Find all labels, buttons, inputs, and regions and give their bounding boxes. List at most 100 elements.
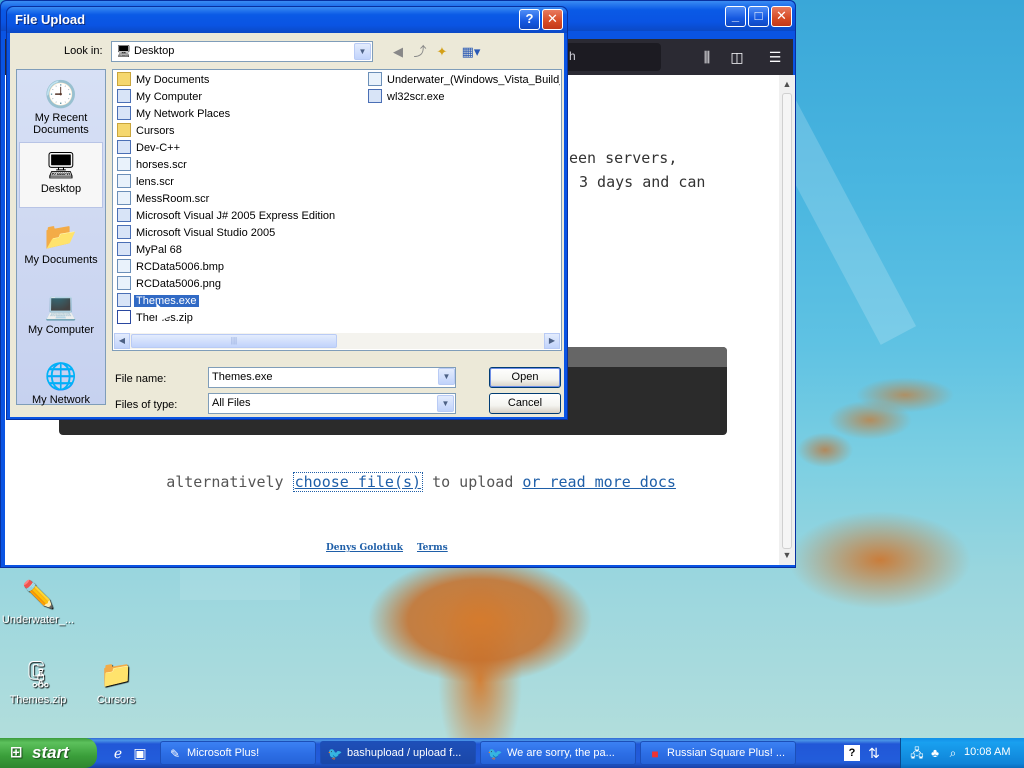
language-icon[interactable]: ⇅ <box>866 745 882 761</box>
start-label: start <box>32 743 69 762</box>
files-of-type-value: All Files <box>212 397 251 409</box>
place-my-network[interactable]: 🌐 My Network <box>19 354 103 420</box>
minimize-button[interactable]: _ <box>725 6 746 27</box>
close-button[interactable]: ✕ <box>771 6 792 27</box>
show-desktop-icon[interactable]: ▣ <box>132 745 148 761</box>
task-label: Microsoft Plus! <box>187 747 260 759</box>
file-name-dropdown[interactable]: ▼ <box>436 367 456 388</box>
chevron-down-icon[interactable]: ▼ <box>437 395 454 412</box>
sidebar-icon[interactable]: ◫ <box>727 47 747 67</box>
scroll-up-icon[interactable]: ▲ <box>781 78 793 90</box>
place-label: My Computer <box>27 324 95 336</box>
open-button[interactable]: Open <box>489 367 561 388</box>
desktop-icon-underwater[interactable]: ✏️ Underwater_... <box>0 578 76 626</box>
alt-prefix-text: alternatively <box>166 473 293 491</box>
list-item[interactable]: My Documents <box>117 72 211 88</box>
scroll-right-icon[interactable]: ▶ <box>544 333 560 349</box>
back-icon[interactable]: ◀ <box>388 42 408 62</box>
chevron-down-icon[interactable]: ▼ <box>438 368 455 385</box>
list-item[interactable]: Microsoft Visual J# 2005 Express Edition <box>117 208 337 224</box>
place-my-computer[interactable]: 💻 My Computer <box>19 284 103 350</box>
choose-files-link[interactable]: choose file(s) <box>292 472 424 492</box>
desktop-icon-label: Underwater_... <box>1 614 75 626</box>
shortcut-icon <box>117 225 131 239</box>
list-item[interactable]: MessRoom.scr <box>117 191 211 207</box>
place-desktop[interactable]: 🖥 Desktop <box>19 142 103 208</box>
alternative-upload-line: alternatively choose file(s) to upload o… <box>112 455 676 509</box>
footer-links: Denys Golotiuk Terms <box>326 543 462 553</box>
place-label: My Recent Documents <box>33 112 89 136</box>
author-link[interactable]: Denys Golotiuk <box>326 543 403 553</box>
place-my-documents[interactable]: 📂 My Documents <box>19 214 103 280</box>
place-recent-documents[interactable]: 🕘 My Recent Documents <box>19 72 103 138</box>
place-label: My Documents <box>24 254 98 266</box>
list-item[interactable]: Dev-C++ <box>117 140 182 156</box>
help-icon[interactable]: ? <box>844 745 860 761</box>
list-item[interactable]: lens.scr <box>117 174 176 190</box>
list-item[interactable]: Cursors <box>117 123 177 139</box>
scroll-down-icon[interactable]: ▼ <box>781 549 793 561</box>
list-item[interactable]: Microsoft Visual Studio 2005 <box>117 225 277 241</box>
new-folder-icon[interactable]: ✦ <box>432 42 452 62</box>
network-icon[interactable]: 🖧 <box>909 745 925 761</box>
dialog-titlebar[interactable]: File Upload ? ✕ <box>7 7 567 33</box>
chevron-down-icon[interactable]: ▼ <box>354 43 371 60</box>
file-upload-dialog: File Upload ? ✕ Look in: 🖥 Desktop ▼ ◀ ⤴… <box>6 6 568 420</box>
task-label: We are sorry, the pa... <box>507 747 615 759</box>
files-of-type-label: Files of type: <box>115 399 178 411</box>
search-input[interactable]: h <box>565 43 661 71</box>
dialog-close-button[interactable]: ✕ <box>542 9 563 30</box>
desktop-icon-cursors[interactable]: 📁 Cursors <box>78 658 154 706</box>
files-of-type-select[interactable]: All Files ▼ <box>208 393 456 414</box>
taskbar-button-russian-square[interactable]: ■ Russian Square Plus! ... <box>640 741 796 765</box>
internet-explorer-icon[interactable]: ℯ <box>110 745 126 761</box>
file-list-scrollbar[interactable]: ◀ ||| ▶ <box>114 333 560 349</box>
list-item[interactable]: My Computer <box>117 89 204 105</box>
start-button[interactable]: ⊞ start <box>0 738 97 768</box>
page-scrollbar[interactable]: ▲ ▼ <box>779 75 795 565</box>
scroll-left-icon[interactable]: ◀ <box>114 333 130 349</box>
screensaver-icon <box>117 174 131 188</box>
list-item[interactable]: MyPal 68 <box>117 242 184 258</box>
maximize-button[interactable]: □ <box>748 6 769 27</box>
look-in-select[interactable]: 🖥 Desktop ▼ <box>111 41 373 62</box>
help-button[interactable]: ? <box>519 9 540 30</box>
messenger-icon[interactable]: ♣ <box>927 745 943 761</box>
file-name-input[interactable]: Themes.exe <box>208 367 456 388</box>
desktop-icon-label: Themes.zip <box>9 694 67 706</box>
terms-link[interactable]: Terms <box>417 543 448 553</box>
list-item[interactable]: horses.scr <box>117 157 189 173</box>
scroll-thumb[interactable] <box>782 93 792 549</box>
scroll-thumb[interactable]: ||| <box>131 334 337 348</box>
taskbar-button-bashupload[interactable]: 🐦 bashupload / upload f... <box>320 741 476 765</box>
cancel-button[interactable]: Cancel <box>489 393 561 414</box>
views-menu-icon[interactable]: ▦▾ <box>458 42 484 62</box>
zip-icon <box>117 310 131 324</box>
shortcut-icon <box>117 140 131 154</box>
taskbar-button-we-are-sorry[interactable]: 🐦 We are sorry, the pa... <box>480 741 636 765</box>
alt-middle-text: to upload <box>423 473 523 491</box>
up-folder-icon[interactable]: ⤴ <box>410 42 430 62</box>
windows-logo-icon: ⊞ <box>10 744 23 761</box>
menu-icon[interactable]: ☰ <box>765 47 785 67</box>
file-list[interactable]: My Documents My Computer My Network Plac… <box>112 69 562 351</box>
network-places-icon <box>117 106 131 120</box>
desktop-icon-themes-zip[interactable]: 🗜 Themes.zip <box>0 658 76 706</box>
bitmap-icon <box>117 259 131 273</box>
list-item[interactable]: RCData5006.png <box>117 276 223 292</box>
list-item[interactable]: My Network Places <box>117 106 232 122</box>
search-icon[interactable]: ⌕ <box>945 745 961 761</box>
library-icon[interactable]: ⫼ <box>697 47 717 67</box>
list-item[interactable]: RCData5006.bmp <box>117 259 226 275</box>
list-item[interactable]: Underwater_(Windows_Vista_Build_5 <box>368 72 560 88</box>
folder-icon <box>117 123 131 137</box>
my-documents-icon <box>117 72 131 86</box>
read-more-docs-link[interactable]: or read more docs <box>522 473 676 491</box>
plus-icon: ✎ <box>169 747 181 761</box>
task-label: bashupload / upload f... <box>347 747 462 759</box>
look-in-label: Look in: <box>64 45 103 57</box>
list-item[interactable]: wl32scr.exe <box>368 89 446 105</box>
taskbar-button-microsoft-plus[interactable]: ✎ Microsoft Plus! <box>160 741 316 765</box>
mypal-icon: 🐦 <box>487 747 503 761</box>
dialog-title: File Upload <box>15 12 86 27</box>
